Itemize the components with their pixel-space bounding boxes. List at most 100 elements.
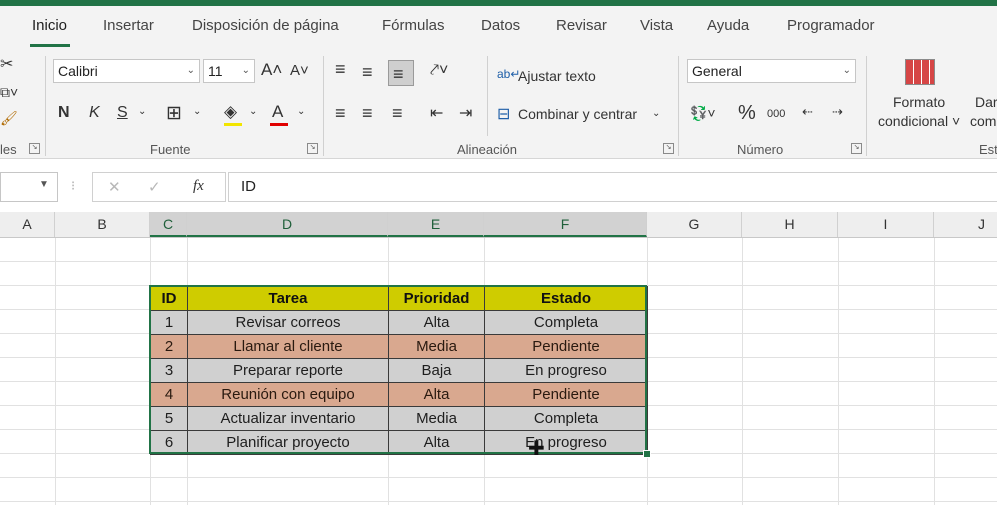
column-header-i[interactable]: I [838,212,934,237]
name-box[interactable]: ▼ [0,172,58,202]
alignment-launcher-icon[interactable]: ↘ [663,143,674,154]
tab-revisar[interactable]: Revisar [556,17,607,34]
tab-vista[interactable]: Vista [640,17,673,34]
align-left-icon[interactable]: ≡ [335,103,346,124]
tab-inicio[interactable]: Inicio [32,17,67,34]
column-header-d[interactable]: D [187,212,388,237]
format-painter-icon[interactable]: 🖌 [0,110,18,127]
cell-prioridad[interactable]: Alta [388,310,485,335]
chevron-down-icon[interactable]: ⌄ [297,106,305,117]
font-launcher-icon[interactable]: ↘ [307,143,318,154]
cell-prioridad[interactable]: Media [388,406,485,431]
scissors-icon[interactable]: ✂ [0,54,13,74]
align-middle-icon[interactable]: ≡ [362,62,373,83]
cell-tarea[interactable]: Revisar correos [187,310,389,335]
orientation-icon[interactable]: ⤤˅ [430,62,448,80]
cell-id[interactable]: 4 [150,382,188,407]
cell-prioridad[interactable]: Baja [388,358,485,383]
italic-button[interactable]: K [89,104,100,122]
thousands-button[interactable]: 000 [767,108,785,120]
tab-datos[interactable]: Datos [481,17,520,34]
format-as-table-label-2[interactable]: com [970,113,996,129]
decrease-decimal-icon[interactable]: ⇢ [832,104,843,120]
number-launcher-icon[interactable]: ↘ [851,143,862,154]
underline-button[interactable]: S [117,104,128,122]
font-size-combo[interactable]: 11 ⌄ [203,59,255,83]
increase-decimal-icon[interactable]: ⇠ [802,104,813,120]
font-name-combo[interactable]: Calibri ⌄ [53,59,200,83]
tab-programador[interactable]: Programador [787,17,875,34]
copy-icon[interactable]: ⧉˅ [0,84,18,101]
clipboard-launcher-icon[interactable]: ↘ [29,143,40,154]
align-top-icon[interactable]: ≡ [335,59,346,80]
wrap-text-icon: ab↵ [497,67,521,81]
chevron-down-icon[interactable]: ⌄ [249,106,257,117]
decrease-indent-icon[interactable]: ⇤ [430,103,443,123]
chevron-down-icon[interactable]: ⌄ [652,108,660,119]
cell-estado[interactable]: Completa [484,310,648,335]
tab-disposicion[interactable]: Disposición de página [192,17,339,34]
header-cell-prioridad[interactable]: Prioridad [388,286,485,311]
cell-id[interactable]: 2 [150,334,188,359]
column-header-g[interactable]: G [647,212,742,237]
percent-button[interactable]: % [738,102,756,125]
align-right-icon[interactable]: ≡ [392,103,403,124]
fill-color-icon[interactable]: ◈ [224,102,237,122]
cell-estado[interactable]: En progreso [484,358,648,383]
font-color-icon[interactable]: A [272,102,283,122]
borders-icon[interactable]: ⊞ [166,102,182,125]
tab-insertar[interactable]: Insertar [103,17,154,34]
cell-estado[interactable]: Completa [484,406,648,431]
header-cell-id[interactable]: ID [150,286,188,311]
fill-handle[interactable] [643,450,651,458]
cell-tarea[interactable]: Reunión con equipo [187,382,389,407]
number-format-combo[interactable]: General ⌄ [687,59,856,83]
cell-prioridad[interactable]: Alta [388,430,485,455]
merge-center-button[interactable]: Combinar y centrar [518,106,637,122]
tab-formulas[interactable]: Fórmulas [382,17,445,34]
chevron-down-icon[interactable]: ⌄ [193,106,201,117]
header-cell-estado[interactable]: Estado [484,286,648,311]
column-header-f[interactable]: F [484,212,647,237]
chevron-down-icon: ▼ [39,179,49,190]
cell-prioridad[interactable]: Media [388,334,485,359]
conditional-format-label[interactable]: Formato [893,94,945,110]
cell-tarea[interactable]: Preparar reporte [187,358,389,383]
group-divider [45,56,46,156]
column-header-h[interactable]: H [742,212,838,237]
conditional-format-label-2[interactable]: condicional ˅ [878,113,960,129]
cell-id[interactable]: 6 [150,430,188,455]
cell-id[interactable]: 5 [150,406,188,431]
column-header-j[interactable]: J [934,212,997,237]
enter-icon[interactable]: ✓ [148,178,161,196]
formula-input[interactable]: ID [228,172,997,202]
group-label-clipboard: les [0,142,17,157]
cell-estado[interactable]: En progreso [484,430,648,455]
tab-ayuda[interactable]: Ayuda [707,17,749,34]
grow-font-button[interactable]: A˄ [261,60,282,80]
currency-icon[interactable]: 💱˅ [690,105,716,122]
cell-prioridad[interactable]: Alta [388,382,485,407]
format-as-table-label[interactable]: Dar [975,94,997,110]
align-center-icon[interactable]: ≡ [362,103,373,124]
insert-function-button[interactable]: fx [193,178,204,195]
cell-tarea[interactable]: Actualizar inventario [187,406,389,431]
cell-tarea[interactable]: Llamar al cliente [187,334,389,359]
header-cell-tarea[interactable]: Tarea [187,286,389,311]
column-header-c[interactable]: C [150,212,187,237]
chevron-down-icon[interactable]: ⌄ [138,106,146,117]
column-header-a[interactable]: A [0,212,55,237]
shrink-font-button[interactable]: A˅ [290,62,309,79]
cell-tarea[interactable]: Planificar proyecto [187,430,389,455]
increase-indent-icon[interactable]: ⇥ [459,103,472,123]
wrap-text-button[interactable]: Ajustar texto [518,68,596,84]
fill-color-swatch [224,123,242,126]
cancel-icon[interactable]: ✕ [108,178,121,196]
column-header-e[interactable]: E [388,212,484,237]
cell-estado[interactable]: Pendiente [484,382,648,407]
cell-id[interactable]: 1 [150,310,188,335]
column-header-b[interactable]: B [55,212,150,237]
bold-button[interactable]: N [58,104,70,122]
cell-estado[interactable]: Pendiente [484,334,648,359]
cell-id[interactable]: 3 [150,358,188,383]
